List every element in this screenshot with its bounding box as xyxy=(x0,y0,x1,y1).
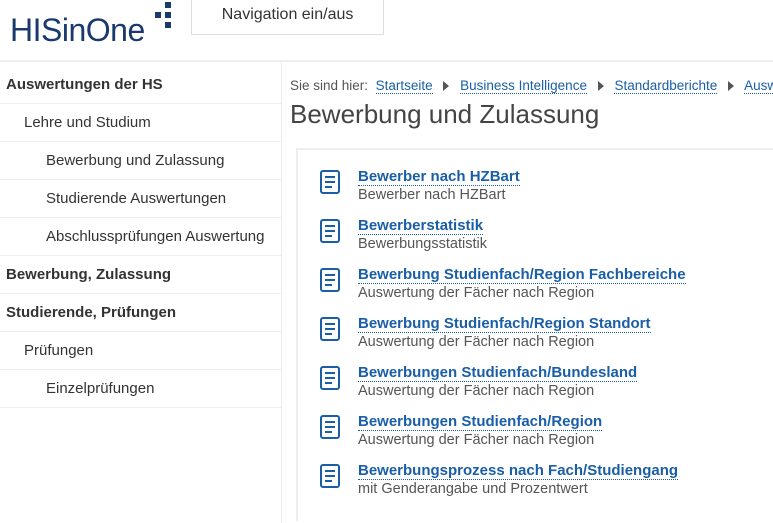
report-row: Bewerbung Studienfach/Region Standort Au… xyxy=(320,315,763,350)
document-icon xyxy=(320,170,340,194)
sidebar-item-label: Einzelprüfungen xyxy=(46,380,154,397)
report-desc: Auswertung der Fächer nach Region xyxy=(358,432,763,448)
sidebar-item-label: Abschlussprüfungen Auswertung xyxy=(46,228,264,245)
report-link[interactable]: Bewerber nach HZBart xyxy=(358,168,520,186)
report-link[interactable]: Bewerbung Studienfach/Region Standort xyxy=(358,315,651,333)
header: HISinOne Navigation ein/aus xyxy=(0,0,773,62)
report-row: Bewerbung Studienfach/Region Fachbereich… xyxy=(320,266,763,301)
breadcrumb-link[interactable]: Business Intelligence xyxy=(460,78,587,94)
sidebar-item[interactable]: Prüfungen xyxy=(0,332,281,370)
sidebar-item[interactable]: Bewerbung und Zulassung xyxy=(0,142,281,180)
report-desc: mit Genderangabe und Prozentwert xyxy=(358,481,763,497)
sidebar-item-label: Lehre und Studium xyxy=(24,114,151,131)
breadcrumb-link[interactable]: Startseite xyxy=(376,78,433,94)
sidebar-item[interactable]: Studierende Auswertungen xyxy=(0,180,281,218)
breadcrumb-link[interactable]: Auswer xyxy=(744,78,773,94)
sidebar-item[interactable]: Einzelprüfungen xyxy=(0,370,281,408)
sidebar-item-label: Prüfungen xyxy=(24,342,93,359)
document-icon xyxy=(320,415,340,439)
report-link[interactable]: Bewerberstatistik xyxy=(358,217,483,235)
chevron-right-icon xyxy=(727,78,735,93)
nav-toggle-label: Navigation ein/aus xyxy=(222,6,354,23)
chevron-right-icon xyxy=(597,78,605,93)
page-title: Bewerbung und Zulassung xyxy=(290,99,773,130)
sidebar: Auswertungen der HS Lehre und Studium Be… xyxy=(0,62,282,523)
report-link[interactable]: Bewerbungsprozess nach Fach/Studiengang xyxy=(358,462,678,480)
main-content: Sie sind hier: Startseite Business Intel… xyxy=(282,62,773,523)
report-desc: Bewerber nach HZBart xyxy=(358,187,763,203)
report-row: Bewerbungen Studienfach/Region Auswertun… xyxy=(320,413,763,448)
document-icon xyxy=(320,317,340,341)
sidebar-item[interactable]: Abschlussprüfungen Auswertung xyxy=(0,218,281,256)
app-logo: HISinOne xyxy=(10,0,171,49)
sidebar-item[interactable]: Auswertungen der HS xyxy=(0,66,281,104)
sidebar-item-label: Auswertungen der HS xyxy=(6,76,163,93)
report-row: Bewerber nach HZBart Bewerber nach HZBar… xyxy=(320,168,763,203)
report-link[interactable]: Bewerbungen Studienfach/Bundesland xyxy=(358,364,637,382)
sidebar-item[interactable]: Bewerbung, Zulassung xyxy=(0,256,281,294)
breadcrumb-prefix: Sie sind hier: xyxy=(290,78,368,93)
report-link[interactable]: Bewerbungen Studienfach/Region xyxy=(358,413,602,431)
report-desc: Auswertung der Fächer nach Region xyxy=(358,334,763,350)
report-row: Bewerbungsprozess nach Fach/Studiengang … xyxy=(320,462,763,497)
breadcrumb: Sie sind hier: Startseite Business Intel… xyxy=(290,78,773,93)
document-icon xyxy=(320,366,340,390)
sidebar-item-label: Bewerbung und Zulassung xyxy=(46,152,224,169)
sidebar-item-label: Bewerbung, Zulassung xyxy=(6,266,171,283)
sidebar-item-label: Studierende Auswertungen xyxy=(46,190,226,207)
breadcrumb-link[interactable]: Standardberichte xyxy=(614,78,717,94)
document-icon xyxy=(320,464,340,488)
document-icon xyxy=(320,268,340,292)
sidebar-item[interactable]: Studierende, Prüfungen xyxy=(0,294,281,332)
sidebar-item-label: Studierende, Prüfungen xyxy=(6,304,176,321)
chevron-right-icon xyxy=(442,78,450,93)
report-row: Bewerberstatistik Bewerbungsstatistik xyxy=(320,217,763,252)
report-desc: Auswertung der Fächer nach Region xyxy=(358,383,763,399)
report-list: Bewerber nach HZBart Bewerber nach HZBar… xyxy=(296,148,773,521)
logo-dots-icon xyxy=(149,2,171,38)
report-desc: Bewerbungsstatistik xyxy=(358,236,763,252)
report-desc: Auswertung der Fächer nach Region xyxy=(358,285,763,301)
sidebar-item[interactable]: Lehre und Studium xyxy=(0,104,281,142)
document-icon xyxy=(320,219,340,243)
nav-toggle-button[interactable]: Navigation ein/aus xyxy=(191,0,385,35)
report-row: Bewerbungen Studienfach/Bundesland Auswe… xyxy=(320,364,763,399)
report-link[interactable]: Bewerbung Studienfach/Region Fachbereich… xyxy=(358,266,686,284)
logo-text: HISinOne xyxy=(10,12,145,49)
